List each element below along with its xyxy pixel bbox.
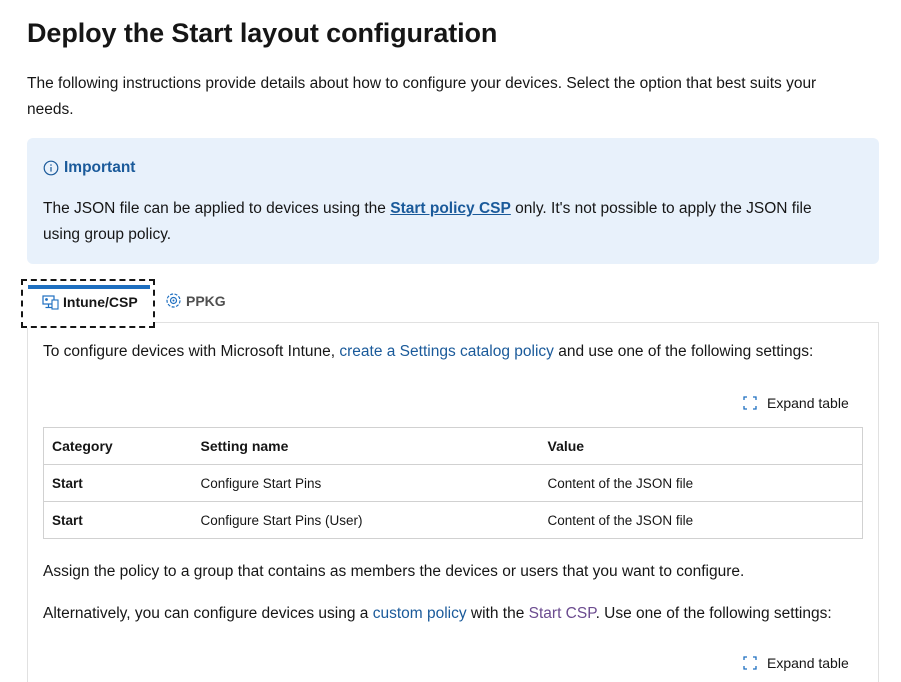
custom-policy-paragraph: Alternatively, you can configure devices… (43, 603, 832, 625)
column-header-setting-name: Setting name (192, 427, 540, 465)
table-row: Start Configure Start Pins Content of th… (43, 464, 863, 502)
p3-text: Alternatively, you can configure devices… (43, 605, 373, 622)
tab-ppkg[interactable]: PPKG (165, 292, 226, 309)
p3-text-end: . Use one of the following settings: (595, 605, 832, 622)
cell-category: Start (43, 464, 193, 502)
tab-ppkg-label: PPKG (186, 292, 226, 309)
table-header-row: Category Setting name Value (43, 427, 863, 465)
cell-value: Content of the JSON file (539, 464, 863, 502)
important-alert: Important The JSON file can be applied t… (27, 138, 879, 264)
p1-text-end: and use one of the following settings: (553, 343, 814, 360)
cell-value: Content of the JSON file (539, 501, 863, 539)
alert-heading-label: Important (64, 159, 136, 176)
alert-text: The JSON file can be applied to devices … (43, 200, 391, 217)
cell-category: Start (43, 501, 193, 539)
p1-text: To configure devices with Microsoft Intu… (43, 343, 340, 360)
start-csp-link[interactable]: Start CSP (529, 605, 596, 622)
cell-setting-name: Configure Start Pins (User) (192, 501, 540, 539)
expand-icon (743, 396, 757, 410)
tab-intune-csp-label: Intune/CSP (63, 294, 138, 310)
column-header-category: Category (43, 427, 193, 465)
p3-text-mid: with the (466, 605, 529, 622)
settings-catalog-link[interactable]: create a Settings catalog policy (339, 343, 554, 360)
tab-intune-csp[interactable]: Intune/CSP (21, 279, 155, 328)
alert-body: The JSON file can be applied to devices … (43, 196, 843, 248)
intro-paragraph: The following instructions provide detai… (27, 75, 817, 118)
expand-table-label: Expand table (767, 395, 849, 411)
cell-setting-name: Configure Start Pins (192, 464, 540, 502)
alert-heading: Important (43, 159, 135, 177)
tab-active-indicator (28, 285, 150, 289)
assign-paragraph: Assign the policy to a group that contai… (43, 563, 745, 580)
expand-icon (743, 656, 757, 670)
ppkg-icon (166, 293, 181, 308)
intune-icon (42, 294, 59, 310)
intune-paragraph: To configure devices with Microsoft Intu… (43, 341, 813, 363)
settings-table: Category Setting name Value Start Config… (43, 427, 863, 539)
custom-policy-link[interactable]: custom policy (373, 605, 467, 622)
page-title: Deploy the Start layout configuration (27, 18, 498, 48)
start-policy-csp-link[interactable]: Start policy CSP (390, 200, 511, 217)
column-header-value: Value (539, 427, 863, 465)
table-row: Start Configure Start Pins (User) Conten… (43, 501, 863, 539)
expand-table-button[interactable]: Expand table (743, 395, 849, 411)
info-icon (43, 160, 59, 176)
